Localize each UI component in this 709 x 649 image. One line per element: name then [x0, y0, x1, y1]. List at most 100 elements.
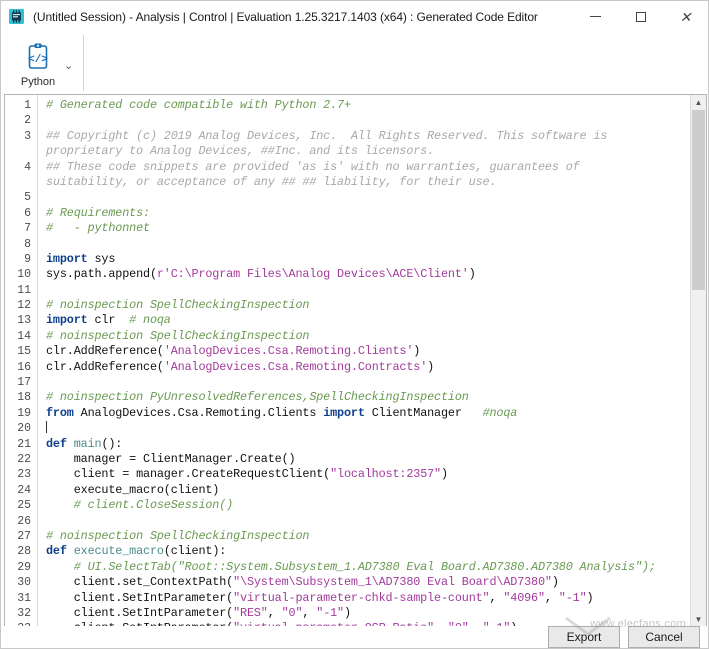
minimize-button[interactable]: [573, 1, 618, 32]
line-number: 20: [5, 421, 37, 436]
code-token: client.set_ContextPath(: [46, 575, 233, 589]
code-token: ():: [101, 437, 122, 451]
toolbar: </> Python ⌄: [1, 32, 708, 94]
code-line: sys.path.append(r'C:\Program Files\Analo…: [46, 267, 706, 282]
code-token: [46, 560, 74, 574]
code-token: # noinspection SpellCheckingInspection: [46, 529, 309, 543]
clipboard-code-icon: </>: [24, 42, 52, 74]
code-line: # noinspection PyUnresolvedReferences,Sp…: [46, 390, 706, 405]
line-number: 5: [5, 190, 37, 205]
code-token: r'C:\Program Files\Analog Devices\ACE\Cl…: [157, 267, 469, 281]
code-line: [46, 514, 706, 529]
code-token: ): [587, 591, 594, 605]
code-token: [67, 544, 74, 558]
code-token: suitability, or acceptance of any ## ## …: [46, 175, 496, 189]
code-token: # - pythonnet: [46, 221, 150, 235]
code-token: # Generated code compatible with Python …: [46, 98, 351, 112]
code-token: import: [46, 313, 88, 327]
code-line: [46, 237, 706, 252]
python-button-label: Python: [21, 76, 55, 88]
line-number: 16: [5, 360, 37, 375]
code-text-area[interactable]: # Generated code compatible with Python …: [38, 95, 706, 627]
scrollbar-thumb[interactable]: [692, 110, 705, 290]
line-number: 1: [5, 98, 37, 113]
code-token: sys.path.append(: [46, 267, 157, 281]
code-line: [46, 190, 706, 205]
code-token: import: [46, 252, 88, 266]
code-line: import sys: [46, 252, 706, 267]
code-line: ## Copyright (c) 2019 Analog Devices, In…: [46, 129, 706, 144]
scroll-down-arrow-icon[interactable]: ▼: [691, 612, 706, 627]
code-token: "-1": [316, 606, 344, 620]
line-number: 14: [5, 329, 37, 344]
code-line: proprietary to Analog Devices, ##Inc. an…: [46, 144, 706, 159]
code-line: # Requirements:: [46, 206, 706, 221]
cancel-button[interactable]: Cancel: [628, 626, 700, 648]
code-line: # client.CloseSession(): [46, 498, 706, 513]
code-token: client.SetIntParameter(: [46, 606, 233, 620]
code-token: "-1": [559, 591, 587, 605]
line-number: 3: [5, 129, 37, 144]
line-number: 11: [5, 283, 37, 298]
code-line: [46, 375, 706, 390]
code-token: ): [413, 344, 420, 358]
code-token: client.SetIntParameter(: [46, 591, 233, 605]
code-line: # UI.SelectTab("Root::System.Subsystem_1…: [46, 560, 706, 575]
maximize-button[interactable]: [618, 1, 663, 32]
code-token: execute_macro(client): [46, 483, 219, 497]
window-title: (Untitled Session) - Analysis | Control …: [33, 10, 538, 24]
code-token: def: [46, 544, 67, 558]
code-token: ,: [545, 591, 559, 605]
code-token: 'AnalogDevices.Csa.Remoting.Clients': [164, 344, 413, 358]
code-line: from AnalogDevices.Csa.Remoting.Clients …: [46, 406, 706, 421]
line-number: 26: [5, 514, 37, 529]
code-line: execute_macro(client): [46, 483, 706, 498]
line-number: 17: [5, 375, 37, 390]
code-token: # noinspection PyUnresolvedReferences,Sp…: [46, 390, 469, 404]
code-token: def: [46, 437, 67, 451]
code-line: client = manager.CreateRequestClient("lo…: [46, 467, 706, 482]
code-token: [46, 498, 74, 512]
line-number: 10: [5, 267, 37, 282]
code-token: # noqa: [129, 313, 171, 327]
line-number: 19: [5, 406, 37, 421]
line-number: 13: [5, 313, 37, 328]
code-line: ## These code snippets are provided 'as …: [46, 160, 706, 175]
code-token: clr.AddReference(: [46, 344, 164, 358]
svg-text:</>: </>: [28, 54, 48, 66]
code-token: # client.CloseSession(): [74, 498, 233, 512]
window-controls: ✕: [573, 1, 708, 32]
code-line: [46, 283, 706, 298]
editor-vertical-scrollbar[interactable]: ▲ ▼: [690, 95, 706, 627]
line-number: 15: [5, 344, 37, 359]
code-editor[interactable]: 1234567891011121314151617181920212223242…: [4, 94, 707, 628]
code-line: def execute_macro(client):: [46, 544, 706, 559]
code-line: [46, 421, 706, 436]
code-line: # Generated code compatible with Python …: [46, 98, 706, 113]
code-token: "RES": [233, 606, 268, 620]
export-button[interactable]: Export: [548, 626, 620, 648]
close-button[interactable]: ✕: [663, 1, 708, 32]
line-number: [5, 144, 37, 159]
chevron-down-icon[interactable]: ⌄: [64, 59, 73, 72]
python-button[interactable]: </> Python: [13, 39, 63, 88]
code-token: ): [427, 360, 434, 374]
line-number: 7: [5, 221, 37, 236]
code-token: sys: [88, 252, 116, 266]
code-line: client.SetIntParameter("RES", "0", "-1"): [46, 606, 706, 621]
code-token: "4096": [503, 591, 545, 605]
text-cursor: [46, 421, 47, 433]
code-token: 'AnalogDevices.Csa.Remoting.Contracts': [164, 360, 427, 374]
code-token: (client):: [164, 544, 226, 558]
line-number: 25: [5, 498, 37, 513]
code-line: client.SetIntParameter("virtual-paramete…: [46, 591, 706, 606]
code-line: suitability, or acceptance of any ## ## …: [46, 175, 706, 190]
line-number: 8: [5, 237, 37, 252]
scroll-up-arrow-icon[interactable]: ▲: [691, 95, 706, 110]
toolbar-empty-area: [90, 32, 708, 94]
code-line: client.set_ContextPath("\System\Subsyste…: [46, 575, 706, 590]
code-line: # noinspection SpellCheckingInspection: [46, 329, 706, 344]
code-token: AnalogDevices.Csa.Remoting.Clients: [74, 406, 323, 420]
code-line: def main():: [46, 437, 706, 452]
code-token: [67, 437, 74, 451]
